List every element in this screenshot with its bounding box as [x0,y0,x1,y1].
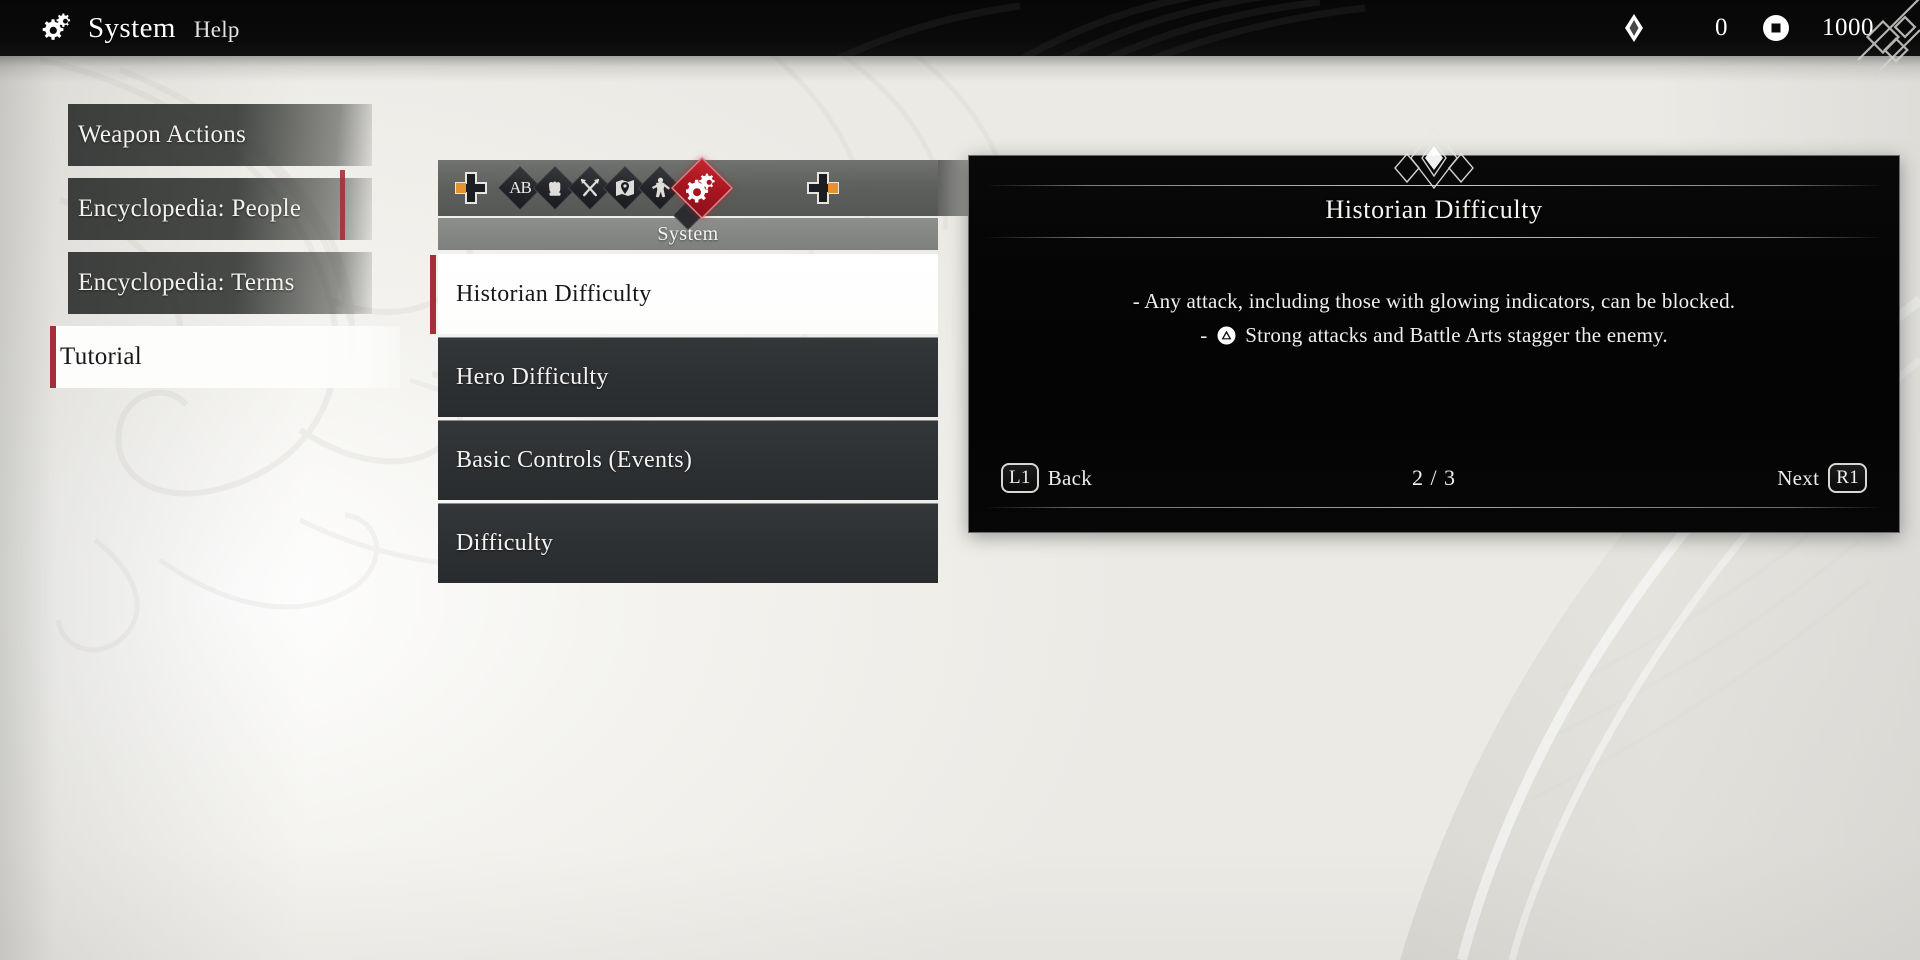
gears-icon [42,13,74,43]
tab-icon-list: AB [498,157,733,219]
dpad-left-icon[interactable] [454,171,488,205]
gears-icon [685,172,718,204]
list-item-label: Difficulty [456,530,554,556]
detail-body-line-2-text: Strong attacks and Battle Arts stagger t… [1245,323,1668,347]
tab-system[interactable] [671,157,733,219]
list-item[interactable]: Hero Difficulty [438,337,938,417]
fist-icon [543,176,567,200]
gem-value: 0 [1715,14,1728,41]
detail-body-line-1: - Any attack, including those with glowi… [1132,289,1736,313]
crossed-swords-icon [578,176,602,200]
center-column: AB System Historian Difficulty Hero Diff… [430,157,1008,586]
detail-title: Historian Difficulty [1325,195,1543,224]
list-item-label: Historian Difficulty [456,281,652,307]
sidebar-item-label: Tutorial [60,343,143,370]
letters-ab-icon: AB [509,178,532,197]
tab-label-bar: System [438,199,938,250]
sidebar-item-label: Encyclopedia: People [78,195,302,222]
tutorial-list: Historian Difficulty Hero Difficulty Bas… [430,254,938,583]
sidebar-item-encyclopedia-terms[interactable]: Encyclopedia: Terms [0,252,400,314]
detail-body-line-2: - Strong attacks and Battle Arts stagger… [1009,318,1859,352]
active-tab-label: System [657,222,719,245]
list-item-accent [430,255,436,334]
coin-currency: 1000 [1728,14,1874,42]
detail-rule-mid [985,237,1883,238]
sidebar-item-label: Weapon Actions [78,121,247,148]
tab-bar: AB [438,157,1008,219]
page-subtitle: Help [193,17,240,42]
list-item[interactable]: Basic Controls (Events) [438,420,938,500]
sidebar-item-label: Encyclopedia: Terms [78,269,295,296]
list-item[interactable]: Historian Difficulty [430,254,938,334]
list-item[interactable]: Difficulty [438,503,938,583]
sidebar-scroll-indicator[interactable] [340,170,345,240]
sidebar-item-weapon-actions[interactable]: Weapon Actions [0,104,400,166]
dpad-right-icon[interactable] [806,171,840,205]
sidebar-item-accent [50,326,56,388]
detail-footer: L1 Back 2 / 3 Next R1 [969,458,1899,498]
map-pin-icon [613,176,637,200]
detail-body: - Any attack, including those with glowi… [1009,284,1859,352]
sidebar: Weapon Actions Encyclopedia: People Ency… [0,104,400,400]
currency-bar: 0 1000 [1624,13,1920,43]
gem-currency: 0 [1624,13,1728,43]
coin-icon [1762,14,1790,42]
gem-icon [1624,13,1644,43]
coin-value: 1000 [1822,14,1874,41]
detail-rule-top [985,185,1883,186]
page-title: System [88,11,176,44]
triangle-button-icon [1217,321,1236,345]
list-item-label: Hero Difficulty [456,364,609,390]
page-indicator: 2 / 3 [1411,465,1457,490]
bullet-dash: - [1200,323,1208,347]
detail-panel: Historian Difficulty - Any attack, inclu… [968,126,1900,533]
app-header: System Help 0 1000 [0,0,1920,56]
sidebar-item-tutorial[interactable]: Tutorial [0,326,400,388]
warrior-icon [648,176,672,200]
list-item-label: Basic Controls (Events) [456,447,693,473]
detail-footer-rule [985,507,1883,508]
